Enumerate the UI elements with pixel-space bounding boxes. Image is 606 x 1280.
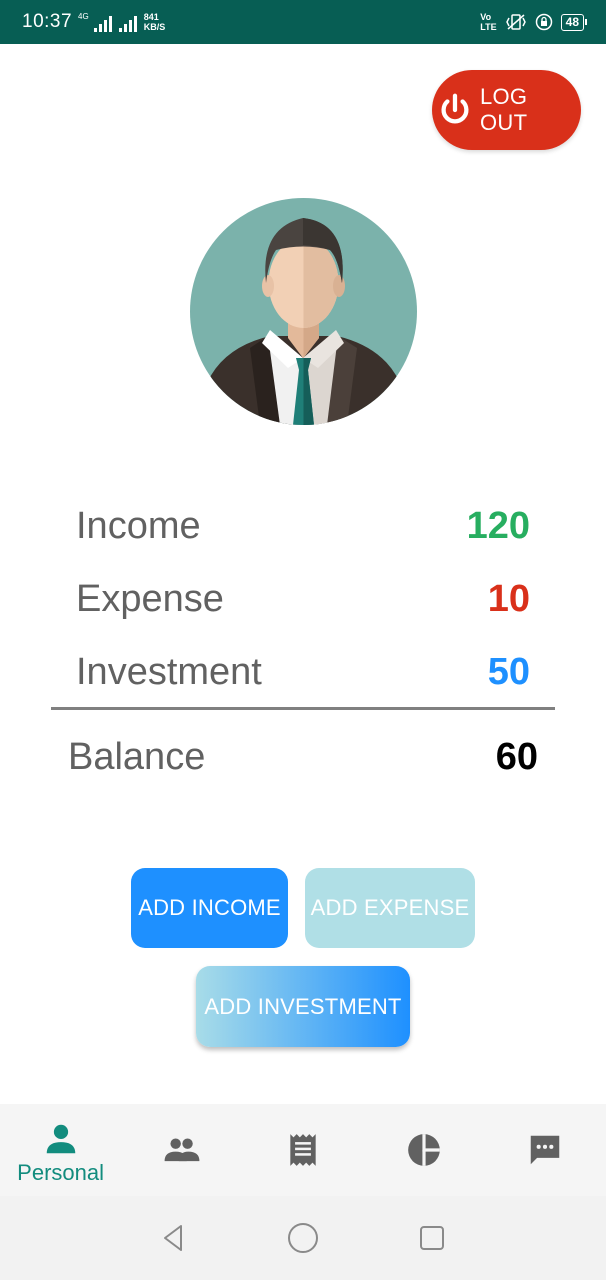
speed-unit: KB/S	[143, 22, 166, 32]
avatar	[190, 198, 417, 425]
status-bar: 10:37 4G 841 KB/S Vo LTE 48	[0, 0, 606, 44]
logout-label: LOG OUT	[479, 84, 528, 135]
add-investment-button[interactable]: ADD INVESTMENT	[196, 966, 410, 1047]
status-time: 10:37	[22, 11, 73, 32]
speed-value: 841	[143, 12, 159, 22]
volte-indicator: Vo LTE	[480, 12, 496, 32]
add-income-button[interactable]: ADD INCOME	[131, 868, 288, 948]
investment-value: 50	[487, 650, 530, 693]
lock-rotation-icon	[535, 13, 552, 31]
income-row: Income 120	[76, 501, 530, 551]
back-icon[interactable]	[157, 1221, 191, 1255]
chat-icon	[531, 1135, 560, 1165]
investment-row: Investment 50	[76, 647, 530, 697]
vibrate-icon	[505, 14, 526, 30]
nav-item-personal[interactable]: Personal	[0, 1104, 121, 1196]
nav-item-group[interactable]	[121, 1104, 242, 1196]
add-expense-button[interactable]: ADD EXPENSE	[305, 868, 475, 948]
bottom-nav: Personal	[0, 1104, 606, 1196]
receipt-icon	[290, 1134, 316, 1166]
signal-strength-icon	[93, 16, 112, 32]
nav-item-receipt[interactable]	[242, 1104, 363, 1196]
system-nav	[0, 1196, 606, 1280]
volte-top: Vo	[480, 12, 492, 22]
balance-value: 60	[495, 735, 538, 778]
balance-row: Balance 60	[68, 732, 538, 782]
expense-value: 10	[487, 577, 530, 620]
network-type: 4G	[78, 12, 89, 21]
signal-strength-icon-2	[118, 16, 137, 32]
nav-label-personal: Personal	[17, 1160, 105, 1185]
status-right: Vo LTE 48	[480, 12, 588, 32]
signal-icons: 4G 841 KB/S	[78, 12, 165, 32]
nav-item-chart[interactable]	[364, 1104, 485, 1196]
battery-icon: 48	[560, 13, 588, 31]
nav-item-chat[interactable]	[485, 1104, 606, 1196]
expense-row: Expense 10	[76, 574, 530, 624]
volte-bottom: LTE	[480, 22, 497, 32]
investment-label: Investment	[76, 650, 262, 693]
pie-chart-icon	[408, 1134, 441, 1166]
income-value: 120	[466, 504, 530, 547]
home-icon[interactable]	[286, 1221, 320, 1255]
expense-label: Expense	[76, 577, 224, 620]
divider	[51, 707, 555, 710]
recents-icon[interactable]	[415, 1221, 449, 1255]
income-label: Income	[76, 504, 201, 547]
person-icon	[46, 1124, 75, 1154]
balance-label: Balance	[68, 735, 206, 778]
power-icon	[441, 93, 469, 124]
group-icon	[164, 1138, 200, 1162]
network-speed: 841 KB/S	[144, 12, 166, 32]
logout-button[interactable]: LOG OUT	[432, 70, 581, 150]
